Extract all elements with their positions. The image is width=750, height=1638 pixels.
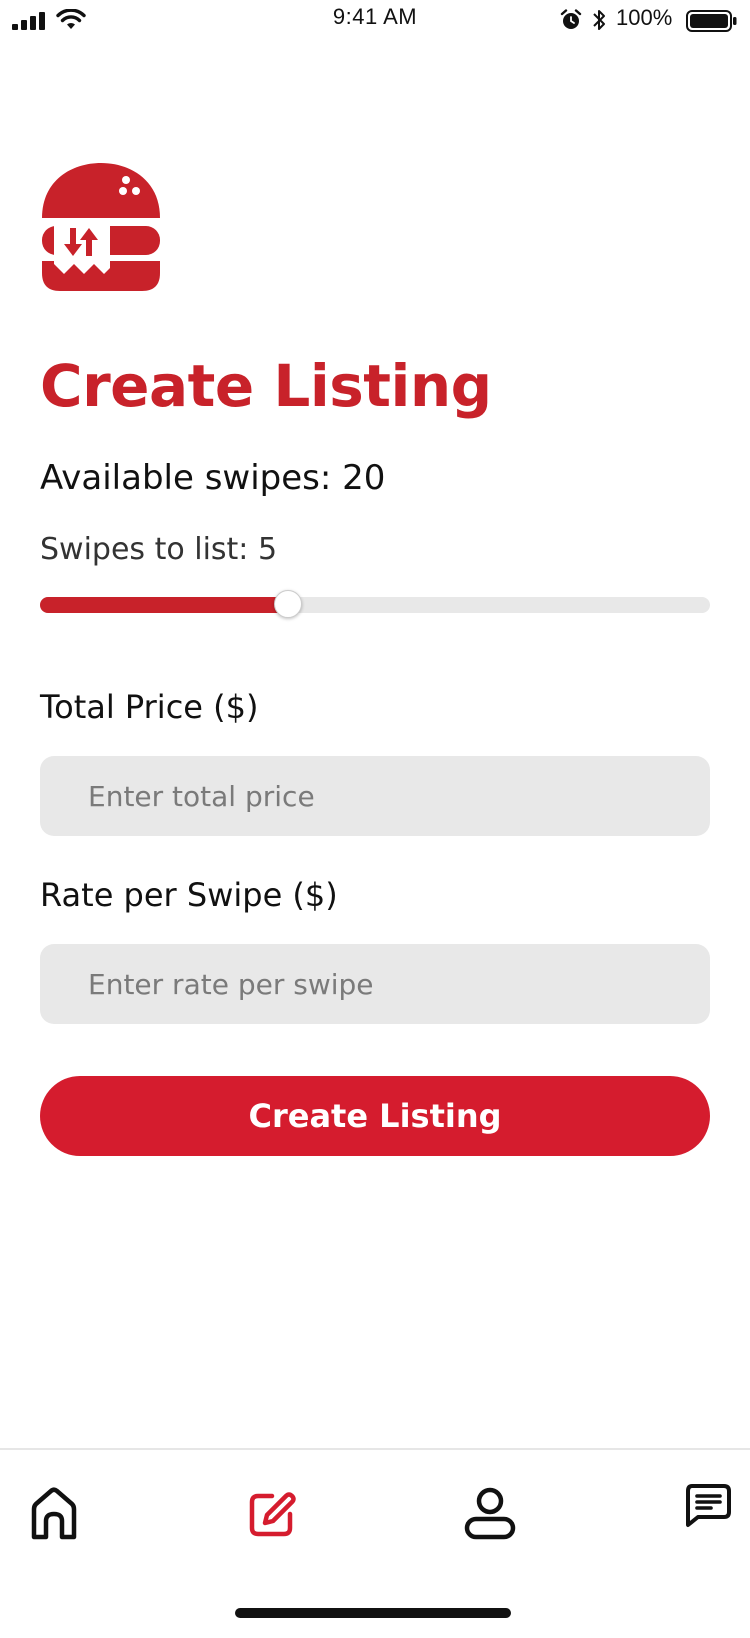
rate-per-swipe-input[interactable] [40,944,710,1024]
total-price-label: Total Price ($) [40,688,259,726]
tab-home[interactable] [24,1484,84,1544]
create-listing-button[interactable]: Create Listing [40,1076,710,1156]
page-title: Create Listing [40,352,492,420]
available-swipes-label: Available swipes: [40,458,332,498]
tab-messages[interactable] [678,1476,738,1536]
burger-logo-icon [42,163,160,291]
alarm-icon [560,9,582,29]
battery-icon [686,10,737,32]
slider-track[interactable] [40,597,710,613]
swipes-to-list-value: 5 [257,532,278,567]
slider-fill [40,597,288,613]
swipes-to-list-label: Swipes to list: [40,532,249,567]
swipes-slider[interactable] [40,585,710,623]
available-swipes-value: 20 [342,458,386,498]
tab-create-listing[interactable] [242,1484,302,1544]
tab-profile[interactable] [460,1484,520,1544]
swipes-to-list: Swipes to list: 5 [40,532,277,567]
chat-icon [686,1484,731,1527]
total-price-input[interactable] [40,756,710,836]
home-indicator [235,1608,511,1618]
slider-thumb[interactable] [273,590,302,618]
battery-percent: 100% [616,5,673,30]
status-bar: 9:41 AM 100% [0,0,750,40]
home-icon [31,1487,77,1540]
rate-per-swipe-label: Rate per Swipe ($) [40,876,338,914]
edit-icon [249,1492,296,1537]
user-icon [464,1487,516,1540]
available-swipes: Available swipes: 20 [40,458,385,498]
bluetooth-icon [593,10,605,30]
